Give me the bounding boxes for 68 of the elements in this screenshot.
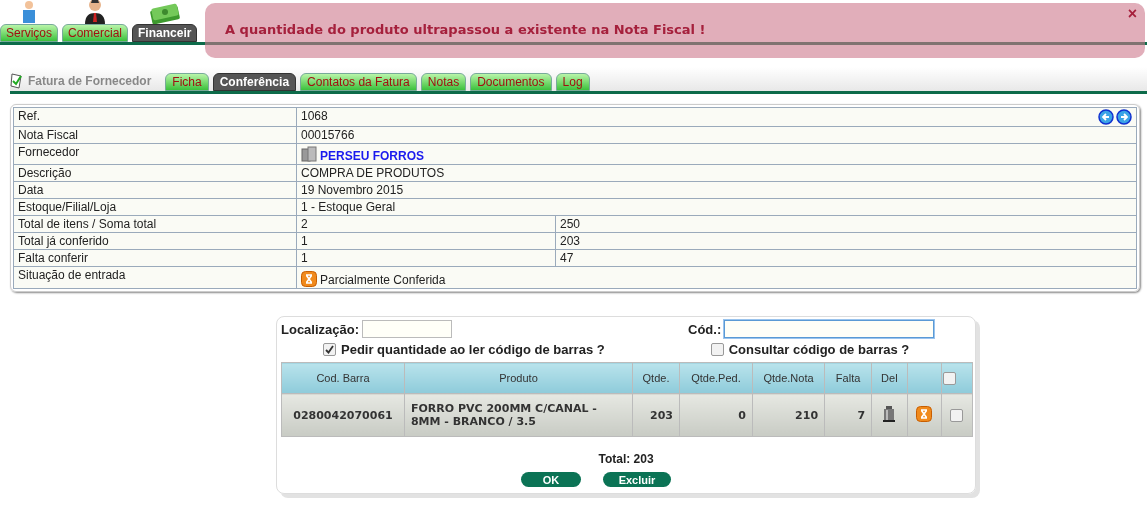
nav-tab[interactable]: Serviços bbox=[0, 24, 58, 42]
table-cell: 203 bbox=[632, 393, 680, 437]
page-tab[interactable]: Conferência bbox=[212, 73, 297, 91]
field-label: Estoque/Filial/Loja bbox=[13, 198, 297, 216]
field-label: Ref. bbox=[13, 107, 297, 127]
field-value: 250 bbox=[555, 215, 1137, 233]
page-tab[interactable]: Documentos bbox=[470, 73, 552, 91]
field-value: 47 bbox=[555, 249, 1137, 267]
row-checkbox[interactable] bbox=[949, 408, 963, 422]
person-icon bbox=[22, 0, 36, 24]
supplier-link[interactable]: PERSEU FORROS bbox=[320, 149, 424, 163]
field-label: Situação de entrada bbox=[13, 266, 297, 289]
field-value: 00015766 bbox=[296, 126, 1137, 144]
option-label: Consultar código de barras ? bbox=[728, 342, 910, 357]
field-value: 1068 bbox=[301, 109, 328, 123]
person-icon bbox=[84, 0, 106, 24]
table-cell: 7 bbox=[824, 393, 872, 437]
location-field[interactable] bbox=[362, 320, 453, 338]
alert-message: A quantidade do produto ultrapassou a existente na Nota Fiscal ! bbox=[225, 22, 706, 37]
field-label: Falta conferir bbox=[13, 249, 297, 267]
field-value: 19 Novembro 2015 bbox=[296, 181, 1137, 199]
field-value: Parcialmente Conferida bbox=[320, 273, 446, 287]
table-cell: 210 bbox=[752, 393, 825, 437]
page-title: Fatura de Fornecedor bbox=[28, 74, 152, 88]
code-field[interactable] bbox=[724, 320, 935, 338]
field-label: Nota Fiscal bbox=[13, 126, 297, 144]
field-label: Total já conferido bbox=[13, 232, 297, 250]
field-value: 2 bbox=[296, 215, 556, 233]
building-icon bbox=[301, 146, 317, 162]
table-cell: FORRO PVC 200MM C/CANAL - 8MM - BRANCO / 3.5 bbox=[404, 393, 633, 437]
field-value: 1 bbox=[296, 232, 556, 250]
column-header: Produto bbox=[404, 362, 633, 394]
column-header: Qtde.Ped. bbox=[679, 362, 753, 394]
field-label: Data bbox=[13, 181, 297, 199]
total-label: Total: 203 bbox=[597, 452, 655, 466]
checkbox[interactable] bbox=[323, 343, 336, 356]
page-tab[interactable]: Log bbox=[555, 73, 590, 91]
nav-tab[interactable]: Comercial bbox=[62, 24, 129, 42]
column-header: Cod. Barra bbox=[281, 362, 405, 394]
table-cell: 0280042070061 bbox=[281, 393, 405, 437]
field-value: 1 - Estoque Geral bbox=[296, 198, 1137, 216]
money-icon bbox=[148, 2, 181, 24]
trash-icon[interactable] bbox=[883, 405, 896, 422]
page-tab[interactable]: Notas bbox=[420, 73, 467, 91]
field-label: Fornecedor bbox=[13, 143, 297, 165]
field-value: COMPRA DE PRODUTOS bbox=[296, 164, 1137, 182]
location-label: Localização: bbox=[281, 321, 360, 337]
option-label: Pedir quantidade ao ler código de barras ? bbox=[341, 342, 605, 357]
nav-tab[interactable]: Financeir bbox=[132, 24, 198, 42]
code-label: Cód.: bbox=[688, 321, 722, 337]
page-tab[interactable]: Contatos da Fatura bbox=[300, 73, 417, 91]
select-all-checkbox[interactable] bbox=[942, 371, 956, 385]
field-label: Descrição bbox=[13, 164, 297, 182]
hourglass-icon bbox=[916, 405, 933, 422]
column-header: Qtde. bbox=[632, 362, 680, 394]
page-tab[interactable]: Ficha bbox=[165, 73, 209, 91]
column-header: Falta bbox=[824, 362, 872, 394]
document-check-icon bbox=[10, 73, 24, 89]
column-header: Del bbox=[871, 362, 908, 394]
close-button[interactable]: × bbox=[1127, 5, 1137, 23]
field-value: 1 bbox=[296, 249, 556, 267]
action-button[interactable]: OK bbox=[521, 472, 581, 487]
field-value: 203 bbox=[555, 232, 1137, 250]
checkbox[interactable] bbox=[710, 343, 724, 356]
column-header: Qtde.Nota bbox=[752, 362, 825, 394]
action-button[interactable]: Excluir bbox=[603, 472, 671, 487]
field-label: Total de itens / Soma total bbox=[13, 215, 297, 233]
table-cell: 0 bbox=[679, 393, 753, 437]
